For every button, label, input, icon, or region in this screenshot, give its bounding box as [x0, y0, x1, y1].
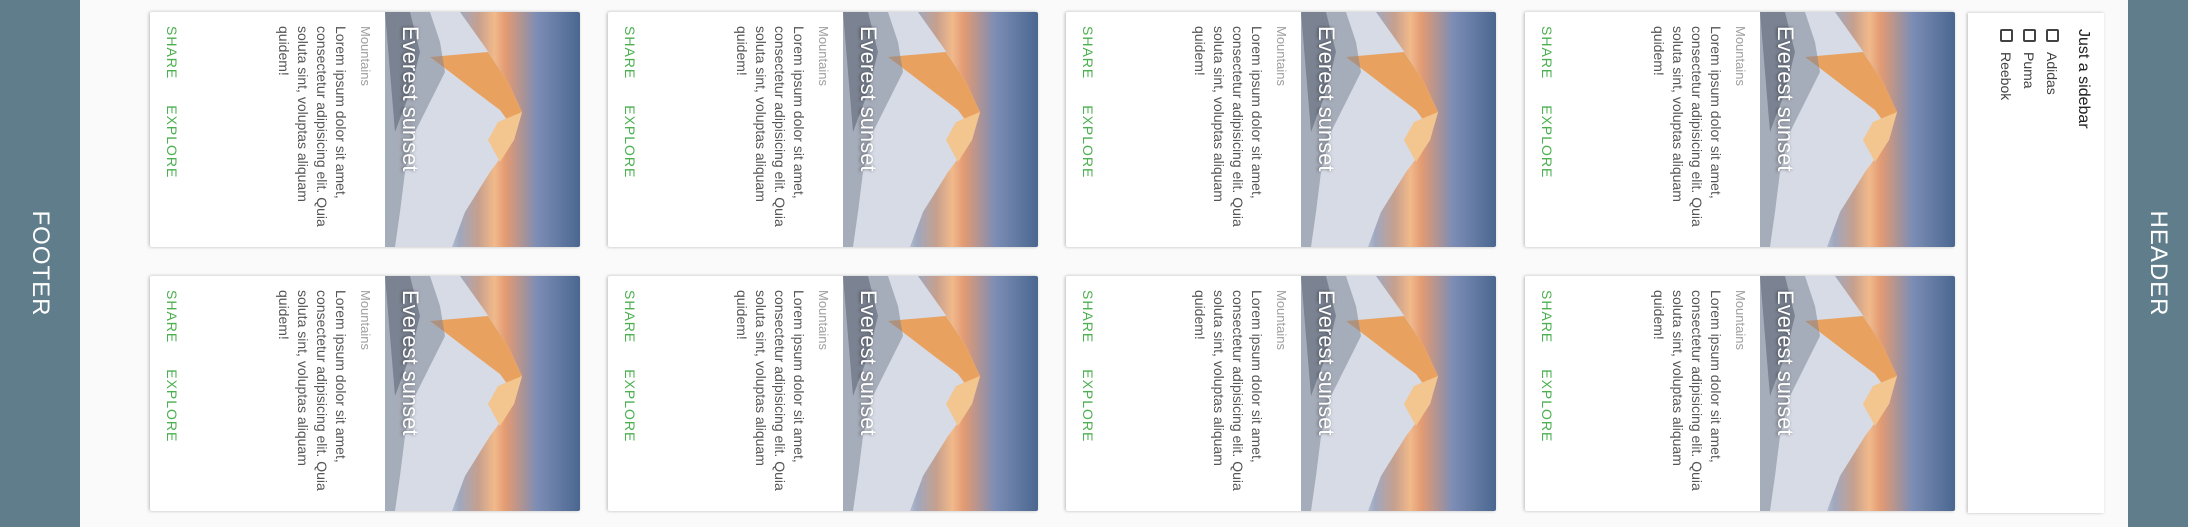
card-category: Mountains — [816, 290, 831, 350]
card-title: Everest sunset — [398, 290, 423, 436]
header-label: HEADER — [2145, 210, 2172, 317]
card-category: Mountains — [1733, 26, 1748, 86]
share-button[interactable]: SHARE — [164, 26, 180, 79]
card-image: Everest sunset — [843, 12, 1038, 247]
card-image: Everest sunset — [1760, 276, 1955, 511]
card-image: Everest sunset — [385, 276, 580, 511]
card-text: Lorem ipsum dolor sit amet, consectetur … — [1192, 26, 1265, 227]
card-title: Everest sunset — [1314, 26, 1339, 172]
card-content: Mountains Lorem ipsum dolor sit amet, co… — [1649, 12, 1760, 247]
card-actions: SHARE EXPLORE — [1080, 290, 1096, 442]
sidebar-title: Just a sidebar — [2075, 29, 2092, 129]
card-title: Everest sunset — [856, 26, 881, 172]
card-1: Everest sunset Mountains Lorem ipsum dol… — [1525, 12, 1955, 247]
share-button[interactable]: SHARE — [1539, 26, 1555, 79]
card-category: Mountains — [358, 26, 373, 86]
card-content: Mountains Lorem ipsum dolor sit amet, co… — [732, 12, 843, 247]
share-button[interactable]: SHARE — [622, 290, 638, 343]
brand-filter-puma[interactable]: Puma — [2018, 29, 2041, 497]
card-content: Mountains Lorem ipsum dolor sit amet, co… — [732, 276, 843, 511]
checkbox-adidas[interactable] — [2046, 29, 2059, 42]
explore-button[interactable]: EXPLORE — [622, 369, 638, 442]
footer: FOOTER — [0, 0, 80, 527]
card-text: Lorem ipsum dolor sit amet, consectetur … — [1651, 26, 1724, 227]
card-title: Everest sunset — [1773, 26, 1798, 172]
card-5: Everest sunset Mountains Lorem ipsum dol… — [608, 12, 1038, 247]
explore-button[interactable]: EXPLORE — [622, 105, 638, 178]
card-8: Everest sunset Mountains Lorem ipsum dol… — [150, 276, 580, 511]
card-7: Everest sunset Mountains Lorem ipsum dol… — [150, 12, 580, 247]
card-text: Lorem ipsum dolor sit amet, consectetur … — [1651, 290, 1724, 491]
card-image: Everest sunset — [1301, 276, 1496, 511]
brand-filter-reebok[interactable]: Reebok — [1995, 29, 2018, 497]
card-3: Everest sunset Mountains Lorem ipsum dol… — [1066, 12, 1496, 247]
card-content: Mountains Lorem ipsum dolor sit amet, co… — [274, 12, 385, 247]
card-text: Lorem ipsum dolor sit amet, consectetur … — [734, 290, 807, 491]
card-actions: SHARE EXPLORE — [1080, 26, 1096, 178]
sidebar: Just a sidebar Adidas Puma Reebok — [1968, 13, 2104, 513]
card-content: Mountains Lorem ipsum dolor sit amet, co… — [274, 276, 385, 511]
share-button[interactable]: SHARE — [1080, 26, 1096, 79]
explore-button[interactable]: EXPLORE — [164, 369, 180, 442]
card-actions: SHARE EXPLORE — [164, 26, 180, 178]
card-content: Mountains Lorem ipsum dolor sit amet, co… — [1190, 276, 1301, 511]
card-text: Lorem ipsum dolor sit amet, consectetur … — [276, 26, 349, 227]
share-button[interactable]: SHARE — [1539, 290, 1555, 343]
brand-filter-adidas[interactable]: Adidas — [2041, 29, 2064, 497]
card-actions: SHARE EXPLORE — [1539, 290, 1555, 442]
card-image: Everest sunset — [385, 12, 580, 247]
card-title: Everest sunset — [856, 290, 881, 436]
share-button[interactable]: SHARE — [164, 290, 180, 343]
brand-label-adidas: Adidas — [2044, 52, 2061, 95]
share-button[interactable]: SHARE — [622, 26, 638, 79]
explore-button[interactable]: EXPLORE — [1539, 369, 1555, 442]
card-content: Mountains Lorem ipsum dolor sit amet, co… — [1649, 276, 1760, 511]
card-actions: SHARE EXPLORE — [622, 290, 638, 442]
card-image: Everest sunset — [1760, 12, 1955, 247]
card-image: Everest sunset — [1301, 12, 1496, 247]
share-button[interactable]: SHARE — [1080, 290, 1096, 343]
checkbox-puma[interactable] — [2023, 29, 2036, 42]
brand-label-puma: Puma — [2021, 52, 2038, 89]
card-6: Everest sunset Mountains Lorem ipsum dol… — [608, 276, 1038, 511]
card-4: Everest sunset Mountains Lorem ipsum dol… — [1066, 276, 1496, 511]
explore-button[interactable]: EXPLORE — [1539, 105, 1555, 178]
footer-label: FOOTER — [27, 210, 54, 317]
card-category: Mountains — [1274, 26, 1289, 86]
card-actions: SHARE EXPLORE — [1539, 26, 1555, 178]
page-rotated: HEADER Just a sidebar Adidas Puma Reebok… — [0, 0, 2188, 527]
explore-button[interactable]: EXPLORE — [1080, 369, 1096, 442]
header: HEADER — [2128, 0, 2188, 527]
card-title: Everest sunset — [398, 26, 423, 172]
explore-button[interactable]: EXPLORE — [1080, 105, 1096, 178]
card-category: Mountains — [1733, 290, 1748, 350]
card-category: Mountains — [1274, 290, 1289, 350]
card-category: Mountains — [358, 290, 373, 350]
card-actions: SHARE EXPLORE — [164, 290, 180, 442]
brand-label-reebok: Reebok — [1998, 52, 2015, 101]
card-content: Mountains Lorem ipsum dolor sit amet, co… — [1190, 12, 1301, 247]
card-2: Everest sunset Mountains Lorem ipsum dol… — [1525, 276, 1955, 511]
card-image: Everest sunset — [843, 276, 1038, 511]
card-text: Lorem ipsum dolor sit amet, consectetur … — [1192, 290, 1265, 491]
card-text: Lorem ipsum dolor sit amet, consectetur … — [276, 290, 349, 491]
checkbox-reebok[interactable] — [2000, 29, 2013, 42]
card-title: Everest sunset — [1773, 290, 1798, 436]
card-title: Everest sunset — [1314, 290, 1339, 436]
card-category: Mountains — [816, 26, 831, 86]
card-actions: SHARE EXPLORE — [622, 26, 638, 178]
explore-button[interactable]: EXPLORE — [164, 105, 180, 178]
card-text: Lorem ipsum dolor sit amet, consectetur … — [734, 26, 807, 227]
